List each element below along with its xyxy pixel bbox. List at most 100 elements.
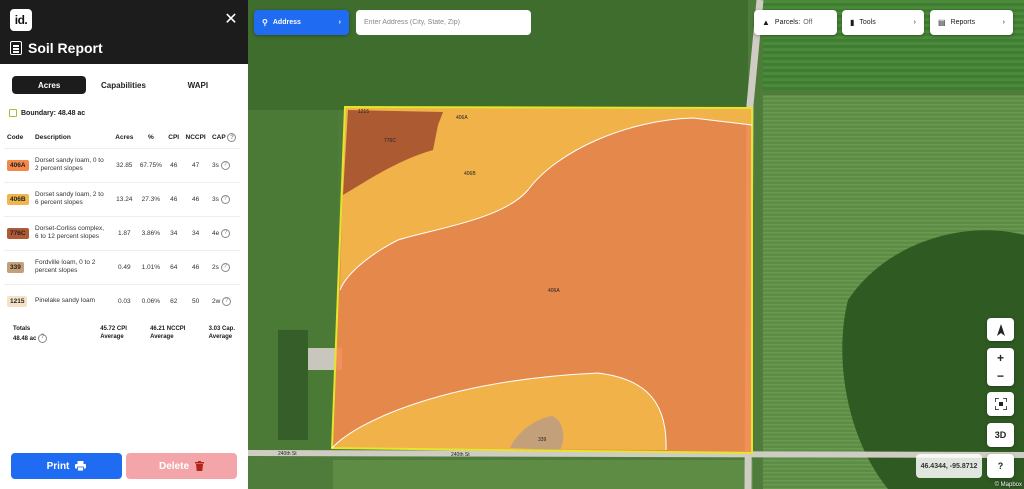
soil-description: Pinelake sandy loam xyxy=(32,283,113,318)
table-row[interactable]: 339 Fordville loam, 0 to 2 percent slopes… xyxy=(4,249,240,284)
soil-acres: 32.85 xyxy=(112,147,137,182)
south-field xyxy=(333,460,753,489)
tag-icon: ▲ xyxy=(762,18,770,27)
soil-pct: 27.3% xyxy=(136,181,166,216)
soil-acres: 1.87 xyxy=(112,215,137,250)
soil-description: Dorset-Corliss complex, 6 to 12 percent … xyxy=(32,215,113,250)
boundary-summary: Boundary: 48.48 ac xyxy=(9,109,85,117)
boundary-text: Boundary: 48.48 ac xyxy=(21,109,86,117)
tab-acres[interactable]: Acres xyxy=(12,76,87,94)
reports-button[interactable]: ▤ Reports › xyxy=(930,10,1013,35)
address-button-label: Address xyxy=(272,19,301,26)
soil-cpi: 46 xyxy=(165,147,183,182)
table-row[interactable]: 406B Dorset sandy loam, 2 to 6 percent sl… xyxy=(4,181,240,216)
totals-cap: 3.03 Cap. Average xyxy=(209,326,235,343)
soil-nccpi: 50 xyxy=(182,283,209,318)
tab-capabilities[interactable]: Capabilities xyxy=(86,76,160,94)
totals-nccpi: 46.21 NCCPI Average xyxy=(150,326,185,343)
soil-cpi: 64 xyxy=(165,249,183,284)
help-icon[interactable]: ? xyxy=(220,160,230,170)
soil-acres: 13.24 xyxy=(112,181,137,216)
help-icon[interactable]: ? xyxy=(221,228,231,238)
help-button[interactable]: ? xyxy=(987,454,1014,478)
page-title: Soil Report xyxy=(28,40,103,56)
totals-cpi-value: 45.72 CPI xyxy=(100,326,127,332)
table-row[interactable]: 1215 Pinelake sandy loam 0.03 0.06% 62 50 2w ? xyxy=(4,283,240,318)
soil-code: 1215 xyxy=(4,283,33,318)
map-label-339: 339 xyxy=(538,437,547,443)
satellite-map[interactable]: 776C 406B 406A 339 1215 406A 240th St 24… xyxy=(248,0,1024,489)
soil-code: 406B xyxy=(4,181,33,216)
soil-code: 776C xyxy=(4,215,33,250)
delete-label: Delete xyxy=(158,460,189,472)
col-acres: Acres xyxy=(115,134,134,142)
boundary-icon xyxy=(9,109,17,117)
soil-pct: 1.01% xyxy=(136,249,166,284)
soil-cap: 2w ? xyxy=(208,283,240,318)
soil-cpi: 46 xyxy=(165,181,183,216)
soil-table: Code Description Acres % CPI NCCPI CAP ?… xyxy=(4,128,240,318)
totals-acres-text: 48.48 ac xyxy=(13,335,37,342)
parcels-toggle[interactable]: ▲ Parcels: Off xyxy=(754,10,837,35)
table-row[interactable]: 406A Dorset sandy loam, 0 to 2 percent sl… xyxy=(4,147,240,182)
col-code: Code xyxy=(7,134,24,142)
soil-cap-value: 2w xyxy=(211,297,221,305)
soil-nccpi: 47 xyxy=(182,147,209,182)
col-cap-label: CAP xyxy=(211,134,226,142)
soil-description: Dorset sandy loam, 2 to 6 percent slopes xyxy=(32,181,113,216)
map-attribution[interactable]: © Mapbox xyxy=(995,482,1022,488)
map-label-776c: 776C xyxy=(384,138,396,144)
map-label-406a: 406A xyxy=(548,288,560,294)
totals-acres: Totals 48.48 ac ? xyxy=(13,326,48,343)
soil-code-badge: 406B xyxy=(7,193,29,205)
app-logo[interactable]: id. xyxy=(10,9,32,31)
3d-toggle-button[interactable]: 3D xyxy=(987,423,1014,447)
totals-cpi-label: Average xyxy=(100,333,124,340)
compass-button[interactable] xyxy=(987,318,1014,341)
table-row[interactable]: 776C Dorset-Corliss complex, 6 to 12 perc… xyxy=(4,215,240,250)
col-cap: CAP ? xyxy=(209,128,240,148)
tab-wapi[interactable]: WAPI xyxy=(161,76,235,94)
fit-bounds-button[interactable] xyxy=(987,392,1014,416)
soil-pct: 67.75% xyxy=(136,147,166,182)
soil-code-badge: 339 xyxy=(7,261,24,273)
totals-label: Totals xyxy=(13,326,31,332)
soil-acres: 0.03 xyxy=(112,283,137,318)
close-icon[interactable]: ✕ xyxy=(222,10,240,28)
help-icon[interactable]: ? xyxy=(222,296,232,306)
soil-cap: 2s ? xyxy=(208,249,240,284)
chevron-right-icon: › xyxy=(338,19,341,26)
print-button[interactable]: Print xyxy=(11,453,122,479)
zoom-out-button[interactable]: − xyxy=(987,367,1014,385)
soil-nccpi: 34 xyxy=(182,215,209,250)
delete-button[interactable]: Delete xyxy=(126,453,237,479)
map-label-406a-top: 406A xyxy=(456,115,468,121)
panel-header: id. ✕ Soil Report xyxy=(0,0,248,64)
help-icon[interactable]: ? xyxy=(220,194,230,204)
address-input[interactable] xyxy=(356,10,531,35)
soil-cap: 4e ? xyxy=(208,215,240,250)
help-icon[interactable]: ? xyxy=(38,333,48,343)
tools-button[interactable]: ▮ Tools › xyxy=(842,10,924,35)
soil-cap-value: 2s xyxy=(211,263,219,271)
help-icon[interactable]: ? xyxy=(227,133,237,143)
map-label-1215: 1215 xyxy=(358,109,369,115)
zoom-in-button[interactable]: + xyxy=(987,349,1014,367)
soil-cap-value: 3s xyxy=(211,161,219,169)
soil-cap: 3s ? xyxy=(208,147,240,182)
reports-label: Reports xyxy=(950,19,976,26)
chevron-right-icon: › xyxy=(1002,19,1005,26)
totals-row: Totals 48.48 ac ? 45.72 CPI Average 46.2… xyxy=(13,326,235,343)
help-icon[interactable]: ? xyxy=(220,262,230,272)
soil-cap-value: 4e xyxy=(211,229,220,237)
map-view[interactable]: 776C 406B 406A 339 1215 406A 240th St 24… xyxy=(248,0,1024,489)
col-description: Description xyxy=(35,134,71,142)
soil-description: Dorset sandy loam, 0 to 2 percent slopes xyxy=(32,147,113,182)
tools-label: Tools xyxy=(859,19,876,26)
reports-icon: ▤ xyxy=(938,18,946,27)
soil-code: 339 xyxy=(4,249,33,284)
parcels-state: Off xyxy=(803,19,813,26)
address-button[interactable]: ⚲ Address › xyxy=(254,10,349,35)
soil-pct: 0.06% xyxy=(136,283,166,318)
table-header-row: Code Description Acres % CPI NCCPI CAP ? xyxy=(4,128,240,148)
